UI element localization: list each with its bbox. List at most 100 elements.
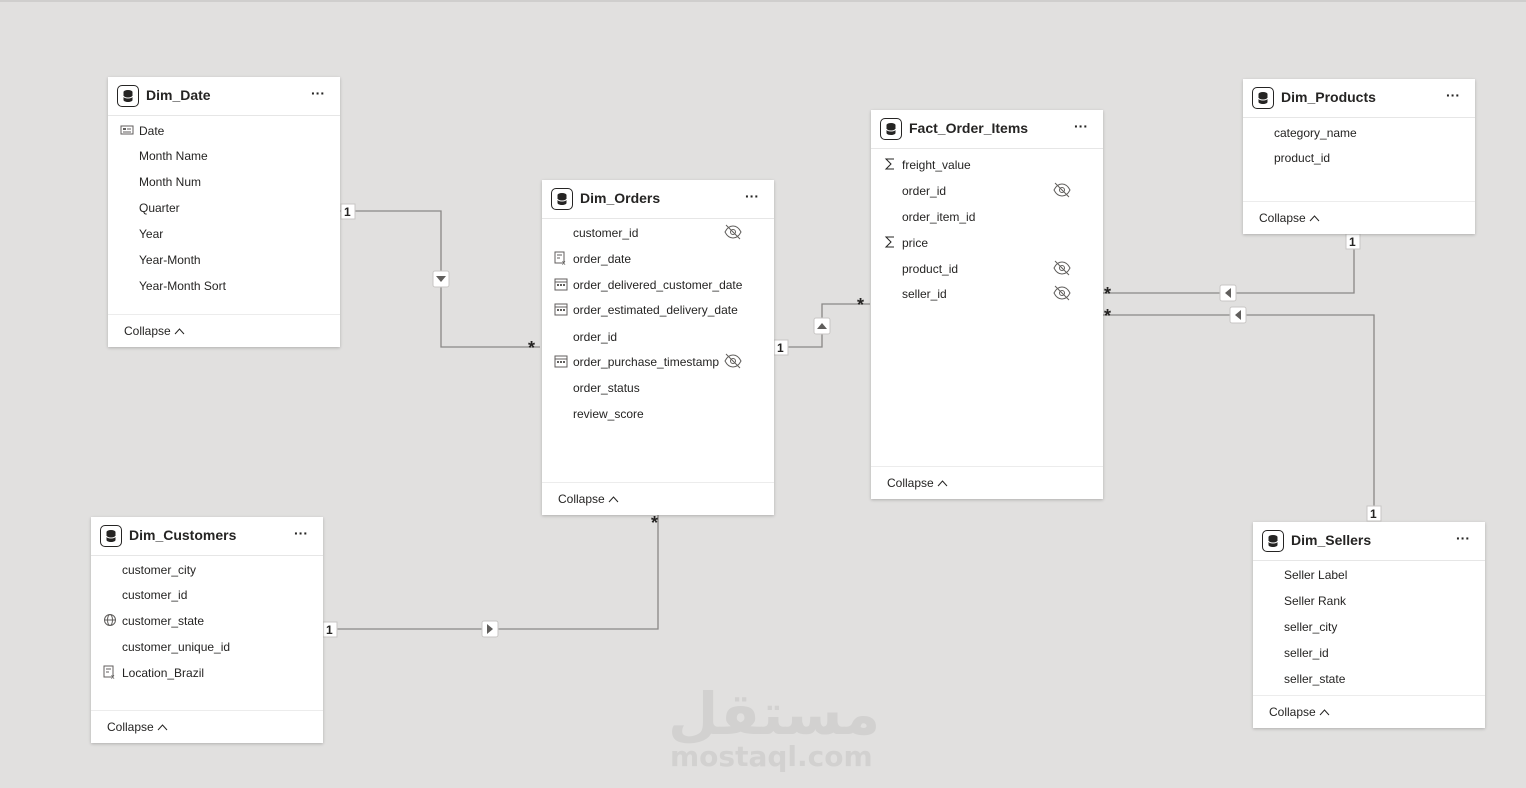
table-card-dim-date[interactable]: Dim_Date ··· Date Month Name Month Num Q… bbox=[108, 77, 340, 347]
field-row[interactable]: order_status bbox=[542, 377, 774, 399]
field-row[interactable]: seller_state bbox=[1253, 668, 1485, 690]
relationship-line-sellers-fact bbox=[1103, 314, 1375, 520]
table-card-fact-order-items[interactable]: Fact_Order_Items ··· freight_value order… bbox=[871, 110, 1103, 499]
field-name: customer_id bbox=[122, 588, 188, 602]
field-row[interactable]: Month Name bbox=[108, 145, 340, 167]
field-row[interactable]: review_score bbox=[542, 403, 774, 425]
field-name: Year-Month Sort bbox=[139, 279, 226, 293]
field-row[interactable]: customer_id bbox=[91, 584, 323, 606]
table-icon bbox=[551, 188, 573, 210]
more-options-button[interactable]: ··· bbox=[740, 189, 764, 207]
table-header[interactable]: Dim_Date ··· bbox=[108, 77, 340, 116]
table-card-dim-sellers[interactable]: Dim_Sellers ··· Seller Label Seller Rank… bbox=[1253, 522, 1485, 728]
field-name: Month Name bbox=[139, 149, 208, 163]
field-row[interactable]: customer_state bbox=[91, 610, 323, 632]
sigma-icon bbox=[884, 158, 894, 170]
field-row[interactable]: x order_date bbox=[542, 248, 774, 270]
field-name: order_id bbox=[573, 330, 618, 344]
field-row[interactable]: customer_city bbox=[91, 559, 323, 581]
field-row[interactable]: order_delivered_customer_date bbox=[542, 274, 774, 296]
field-row[interactable]: x Location_Brazil bbox=[91, 662, 323, 684]
field-row[interactable]: price bbox=[871, 232, 1103, 254]
field-row[interactable]: Quarter bbox=[108, 197, 340, 219]
field-row[interactable]: Year-Month bbox=[108, 249, 340, 271]
more-options-button[interactable]: ··· bbox=[289, 526, 313, 544]
field-name: order_purchase_timestamp bbox=[573, 355, 720, 369]
watermark-logo-latin: mostaql.com bbox=[670, 740, 873, 773]
field-row[interactable]: Seller Label bbox=[1253, 564, 1485, 586]
field-row[interactable]: seller_id bbox=[1253, 642, 1485, 664]
cardinality-one: 1 bbox=[1370, 507, 1377, 521]
field-name: category_name bbox=[1274, 126, 1357, 140]
calculated-date-icon: x bbox=[554, 251, 566, 265]
field-row[interactable]: category_name bbox=[1243, 122, 1475, 144]
table-header[interactable]: Dim_Sellers ··· bbox=[1253, 522, 1485, 561]
field-row[interactable]: order_id bbox=[871, 180, 1103, 202]
field-row[interactable]: seller_city bbox=[1253, 616, 1485, 638]
more-options-button[interactable]: ··· bbox=[1069, 119, 1093, 137]
field-row[interactable]: Year-Month Sort bbox=[108, 275, 340, 297]
sigma-icon bbox=[884, 236, 894, 248]
field-row[interactable]: customer_id bbox=[542, 222, 774, 244]
field-name: Year bbox=[139, 227, 164, 241]
hidden-eye-icon bbox=[724, 224, 742, 240]
table-title: Dim_Products bbox=[1281, 89, 1376, 105]
collapse-button[interactable]: Collapse bbox=[887, 476, 948, 490]
table-icon bbox=[1262, 530, 1284, 552]
field-row[interactable]: Date bbox=[108, 120, 340, 142]
table-header[interactable]: Dim_Customers ··· bbox=[91, 517, 323, 556]
table-card-dim-customers[interactable]: Dim_Customers ··· customer_city customer… bbox=[91, 517, 323, 743]
collapse-button[interactable]: Collapse bbox=[1259, 211, 1320, 225]
calendar-icon bbox=[554, 355, 568, 368]
table-header[interactable]: Dim_Products ··· bbox=[1243, 79, 1475, 118]
collapse-button[interactable]: Collapse bbox=[107, 720, 168, 734]
field-name: order_delivered_customer_date bbox=[573, 278, 743, 292]
field-name: Location_Brazil bbox=[122, 666, 205, 680]
table-title: Dim_Sellers bbox=[1291, 532, 1372, 548]
chevron-up-icon bbox=[1309, 215, 1320, 222]
field-row[interactable]: order_purchase_timestamp bbox=[542, 351, 774, 373]
table-icon bbox=[117, 85, 139, 107]
collapse-button[interactable]: Collapse bbox=[558, 492, 619, 506]
table-card-dim-products[interactable]: Dim_Products ··· category_name product_i… bbox=[1243, 79, 1475, 234]
cardinality-one: 1 bbox=[1349, 235, 1356, 249]
relationship-line-customers-orders bbox=[323, 515, 659, 630]
field-name: order_status bbox=[573, 381, 640, 395]
calendar-icon bbox=[554, 303, 568, 316]
field-row[interactable]: Year bbox=[108, 223, 340, 245]
more-options-button[interactable]: ··· bbox=[1451, 531, 1475, 549]
field-name: order_item_id bbox=[902, 210, 976, 224]
field-row[interactable]: Seller Rank bbox=[1253, 590, 1485, 612]
table-icon bbox=[880, 118, 902, 140]
table-card-dim-orders[interactable]: Dim_Orders ··· customer_id x order_date … bbox=[542, 180, 774, 515]
field-row[interactable]: order_estimated_delivery_date bbox=[542, 299, 774, 321]
field-row[interactable]: product_id bbox=[1243, 147, 1475, 169]
cardinality-one: 1 bbox=[777, 341, 784, 355]
field-row[interactable]: product_id bbox=[871, 258, 1103, 280]
globe-icon bbox=[104, 614, 116, 626]
field-name: customer_state bbox=[122, 614, 205, 628]
field-row[interactable]: customer_unique_id bbox=[91, 636, 323, 658]
date-hierarchy-icon bbox=[120, 125, 134, 135]
collapse-button[interactable]: Collapse bbox=[1269, 705, 1330, 719]
table-header[interactable]: Dim_Orders ··· bbox=[542, 180, 774, 219]
field-row[interactable]: order_item_id bbox=[871, 206, 1103, 228]
field-row[interactable]: order_id bbox=[542, 326, 774, 348]
table-footer: Collapse bbox=[1243, 201, 1475, 234]
table-icon bbox=[1252, 87, 1274, 109]
table-header[interactable]: Fact_Order_Items ··· bbox=[871, 110, 1103, 149]
field-name: order_estimated_delivery_date bbox=[573, 303, 738, 317]
more-options-button[interactable]: ··· bbox=[306, 86, 330, 104]
field-row[interactable]: seller_id bbox=[871, 283, 1103, 305]
svg-text:x: x bbox=[562, 260, 566, 265]
table-title: Dim_Customers bbox=[129, 527, 237, 543]
calculated-column-icon: x bbox=[103, 665, 115, 679]
field-row[interactable]: Month Num bbox=[108, 171, 340, 193]
field-row[interactable]: freight_value bbox=[871, 154, 1103, 176]
field-name: seller_state bbox=[1284, 672, 1346, 686]
more-options-button[interactable]: ··· bbox=[1441, 88, 1465, 106]
collapse-button[interactable]: Collapse bbox=[124, 324, 185, 338]
field-name: Date bbox=[139, 124, 165, 138]
cardinality-many: * bbox=[528, 338, 536, 358]
field-name: Year-Month bbox=[139, 253, 201, 267]
